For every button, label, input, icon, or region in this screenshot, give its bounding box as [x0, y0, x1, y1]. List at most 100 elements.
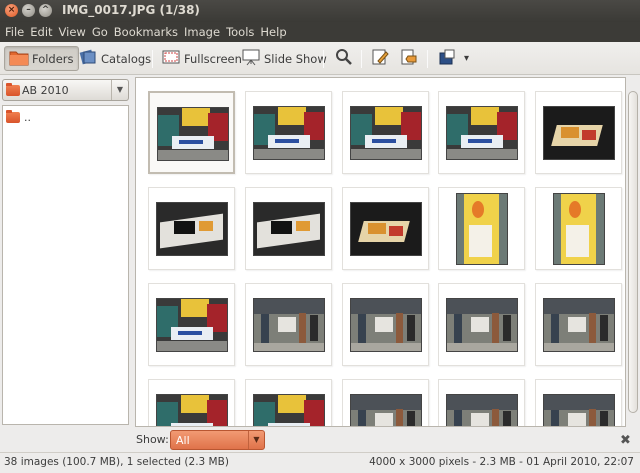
thumbnail-item[interactable]	[535, 187, 622, 270]
thumbnail-scrollbar[interactable]	[626, 77, 640, 427]
thumbnail-item[interactable]	[438, 187, 525, 270]
show-filter-combo[interactable]: All ▼	[170, 430, 265, 450]
close-window-button[interactable]: ×	[5, 4, 18, 17]
show-filter-label: Show:	[136, 433, 169, 446]
show-filter-value: All	[176, 434, 190, 447]
thumbnail-item[interactable]	[148, 187, 235, 270]
scrollbar-thumb[interactable]	[628, 91, 638, 413]
thumbnail-image	[445, 393, 518, 426]
thumbnail-item[interactable]	[148, 283, 235, 366]
menu-file[interactable]: File	[2, 22, 27, 42]
thumbnail-image	[252, 297, 325, 352]
thumbnail-item[interactable]	[342, 379, 429, 426]
status-image-info: 4000 x 3000 pixels - 2.3 MB - 01 April 2…	[369, 456, 634, 468]
folders-label: Folders	[32, 51, 74, 66]
filter-bar: Show: All ▼ ✖	[130, 428, 640, 452]
tools-icon	[437, 48, 457, 69]
status-image-count: 38 images (100.7 MB), 1 selected (2.3 MB…	[4, 456, 229, 468]
slideshow-label: Slide Show	[264, 51, 327, 66]
thumbnail-item[interactable]	[245, 91, 332, 174]
slideshow-button[interactable]: Slide Show	[237, 46, 331, 71]
thumbnail-item[interactable]	[535, 91, 622, 174]
tags-button[interactable]	[395, 46, 423, 71]
thumbnail-image	[155, 297, 228, 352]
thumbnail-image	[155, 393, 228, 426]
menu-help[interactable]: Help	[257, 22, 289, 42]
menu-edit[interactable]: Edit	[27, 22, 55, 42]
toolbar-separator	[323, 50, 324, 68]
folder-list-item[interactable]: ..	[6, 110, 31, 124]
catalogs-icon	[78, 48, 98, 69]
thumbnail-item[interactable]	[245, 283, 332, 366]
menu-image[interactable]: Image	[181, 22, 223, 42]
thumbnail-item[interactable]	[438, 91, 525, 174]
thumbnail-image	[445, 297, 518, 352]
thumbnail-item[interactable]	[245, 187, 332, 270]
panel-splitter[interactable]	[130, 76, 134, 428]
minimize-window-button[interactable]: –	[22, 4, 35, 17]
folder-icon	[6, 82, 20, 96]
catalogs-label: Catalogs	[101, 51, 152, 66]
status-bar: 38 images (100.7 MB), 1 selected (2.3 MB…	[0, 452, 640, 473]
catalogs-button[interactable]: Catalogs	[74, 46, 155, 71]
folder-list-item-label: ..	[24, 111, 31, 124]
thumbnail-image	[349, 201, 422, 256]
toolbar-separator	[361, 50, 362, 68]
folder-panel: AB 2010 ▼ ..	[0, 76, 130, 428]
menu-tools[interactable]: Tools	[223, 22, 257, 42]
folder-icon	[9, 48, 29, 69]
chevron-down-icon: ▼	[248, 431, 264, 449]
thumbnail-item[interactable]	[148, 91, 235, 174]
thumbnail-image	[455, 192, 508, 265]
folder-location-combo[interactable]: AB 2010 ▼	[2, 79, 129, 101]
thumbnail-image	[552, 192, 605, 265]
toolbar-separator	[427, 50, 428, 68]
thumbnail-image	[252, 393, 325, 426]
menu-go[interactable]: Go	[89, 22, 111, 42]
fullscreen-icon	[161, 48, 181, 69]
thumbnail-item[interactable]	[342, 283, 429, 366]
folder-location-value: AB 2010	[22, 83, 69, 97]
thumbnail-image	[542, 105, 615, 160]
fullscreen-label: Fullscreen	[184, 51, 242, 66]
thumbnail-image	[349, 105, 422, 160]
edit-comment-button[interactable]	[366, 46, 394, 71]
maximize-window-button[interactable]: ^	[39, 4, 52, 17]
thumbnail-image	[542, 297, 615, 352]
title-bar: × – ^ IMG_0017.JPG (1/38)	[0, 0, 640, 22]
folders-button[interactable]: Folders	[4, 46, 79, 71]
thumbnail-image	[156, 106, 229, 161]
search-icon	[334, 48, 354, 69]
tools-button[interactable]	[433, 46, 461, 71]
thumbnail-image	[252, 201, 325, 256]
slideshow-icon	[241, 48, 261, 69]
thumbnail-item[interactable]	[535, 379, 622, 426]
thumbnail-image	[155, 201, 228, 256]
menu-bar: File Edit View Go Bookmarks Image Tools …	[0, 22, 640, 42]
edit-comment-icon	[370, 48, 390, 69]
search-button[interactable]	[330, 46, 358, 71]
thumbnail-item[interactable]	[245, 379, 332, 426]
thumbnail-image	[542, 393, 615, 426]
thumbnail-item[interactable]	[438, 379, 525, 426]
menu-bookmarks[interactable]: Bookmarks	[111, 22, 181, 42]
thumbnail-image	[445, 105, 518, 160]
thumbnail-item[interactable]	[342, 91, 429, 174]
toolbar-separator	[152, 50, 153, 68]
close-filter-button[interactable]: ✖	[620, 433, 631, 448]
thumbnail-item[interactable]	[342, 187, 429, 270]
tools-dropdown-button[interactable]: ▾	[460, 46, 473, 71]
thumbnail-grid[interactable]	[135, 77, 626, 427]
thumbnail-image	[252, 105, 325, 160]
chevron-down-icon: ▾	[464, 53, 470, 64]
window-title: IMG_0017.JPG (1/38)	[62, 3, 200, 17]
thumbnail-item[interactable]	[438, 283, 525, 366]
folder-icon	[6, 110, 20, 123]
menu-view[interactable]: View	[56, 22, 89, 42]
thumbnail-item[interactable]	[535, 283, 622, 366]
tags-icon	[399, 48, 419, 69]
thumbnail-item[interactable]	[148, 379, 235, 426]
thumbnail-image	[349, 393, 422, 426]
folder-list[interactable]: ..	[2, 105, 129, 425]
fullscreen-button[interactable]: Fullscreen	[157, 46, 246, 71]
